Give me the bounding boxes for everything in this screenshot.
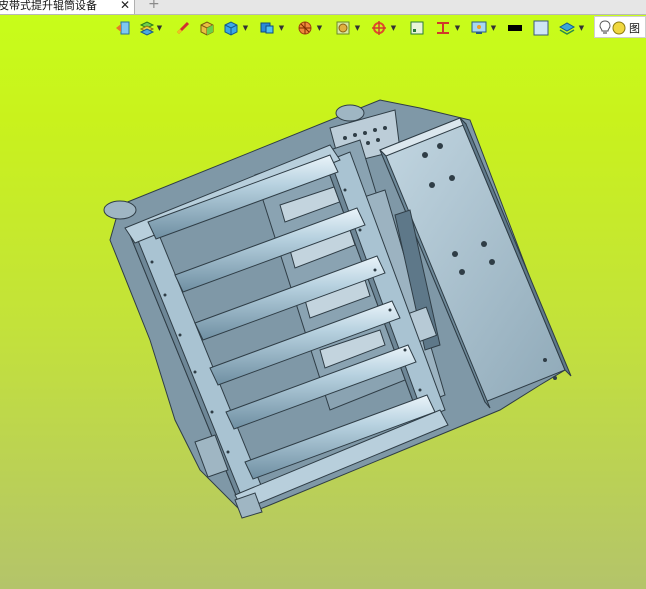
- model-viewport[interactable]: [0, 0, 646, 589]
- conveyor-assembly: [103, 99, 572, 519]
